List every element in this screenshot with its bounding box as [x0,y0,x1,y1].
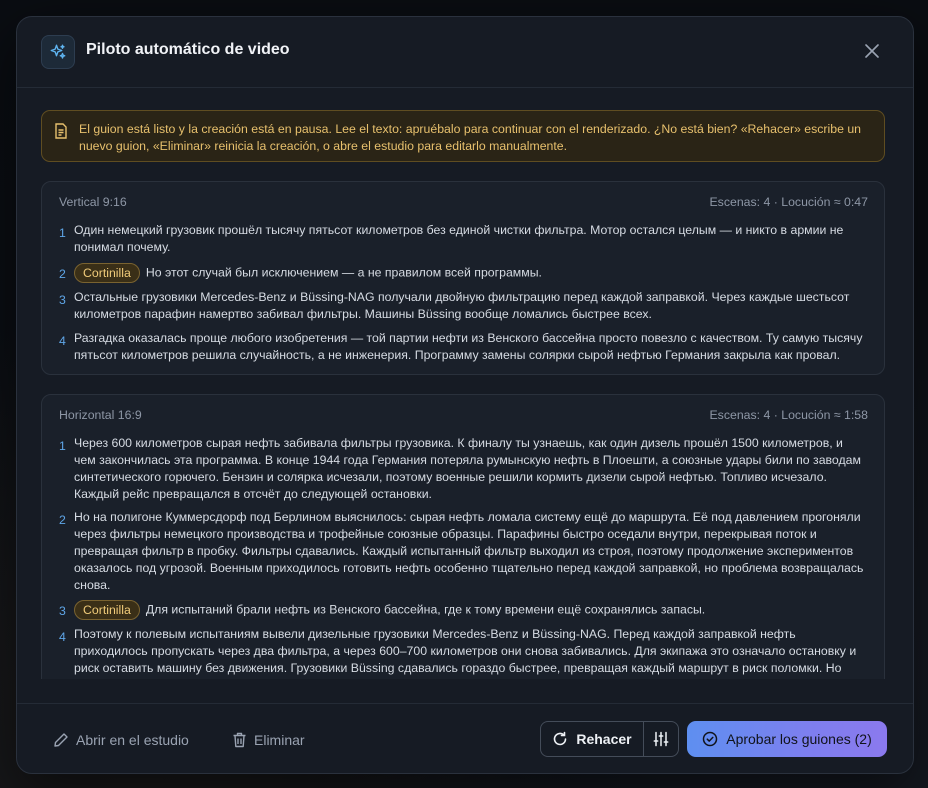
close-button[interactable] [861,40,883,62]
scene-number: 3 [59,293,66,307]
redo-button[interactable]: Rehacer [541,722,644,756]
approve-label: Aprobar los guiones (2) [726,731,872,747]
open-studio-button[interactable]: Abrir en el estudio [53,730,189,750]
script-format: Horizontal 16:9 [59,408,142,422]
scene-text: Но этот случай был исключением — а не пр… [145,265,542,280]
scripts-scroll-area[interactable]: Vertical 9:16 Escenas: 4 · Locución ≈ 0:… [41,181,887,679]
scene-text: Для испытаний брали нефть из Венского ба… [145,602,706,617]
scene-number: 1 [59,226,66,240]
scene-text: Поэтому к полевым испытаниям вывели дизе… [74,627,857,675]
script-meta: Escenas: 4 · Locución ≈ 0:47 [709,195,868,209]
transition-tag: Cortinilla [74,600,140,620]
scene-number: 2 [59,513,66,527]
sliders-icon [653,731,669,747]
open-studio-label: Abrir en el estudio [76,732,189,748]
document-icon [54,123,68,144]
scene-text: Один немецкий грузовик прошёл тысячу пят… [74,223,844,254]
close-icon [865,44,879,58]
paused-notice: El guion está listo y la creación está e… [41,110,885,162]
redo-label: Rehacer [576,731,632,747]
notice-text: El guion está listo y la creación está e… [79,122,862,153]
check-circle-icon [702,731,718,747]
dialog-title: Piloto automático de video [86,41,290,58]
scene-number: 1 [59,439,66,453]
redo-settings-button[interactable] [644,722,678,756]
dialog-header: Piloto automático de video [17,17,913,88]
script-card-vertical: Vertical 9:16 Escenas: 4 · Locución ≈ 0:… [41,181,885,375]
scene-number: 4 [59,630,66,644]
scene-number: 3 [59,604,66,618]
script-card-horizontal: Horizontal 16:9 Escenas: 4 · Locución ≈ … [41,394,885,679]
scene-text: Остальные грузовики Mercedes-Benz и Büss… [74,290,850,321]
approve-scripts-button[interactable]: Aprobar los guiones (2) [687,721,887,757]
dialog-footer: Abrir en el estudio Eliminar Rehacer Apr… [17,703,913,773]
script-meta: Escenas: 4 · Locución ≈ 1:58 [709,408,868,422]
scene-text: Разгадка оказалась проще любого изобрете… [74,331,863,362]
delete-button[interactable]: Eliminar [232,730,305,750]
transition-tag: Cortinilla [74,263,140,283]
refresh-icon [554,731,567,746]
scene-text: Но на полигоне Куммерсдорф под Берлином … [74,510,864,592]
scene-number: 2 [59,267,66,281]
script-format: Vertical 9:16 [59,195,127,209]
delete-label: Eliminar [254,732,305,748]
pencil-icon [54,733,68,747]
scene-number: 4 [59,334,66,348]
redo-group: Rehacer [540,721,679,757]
autopilot-dialog: Piloto automático de video El guion está… [16,16,914,774]
trash-icon [233,732,246,748]
sparkles-icon [41,35,75,69]
scene-text: Через 600 километров сырая нефть забивал… [74,436,861,501]
